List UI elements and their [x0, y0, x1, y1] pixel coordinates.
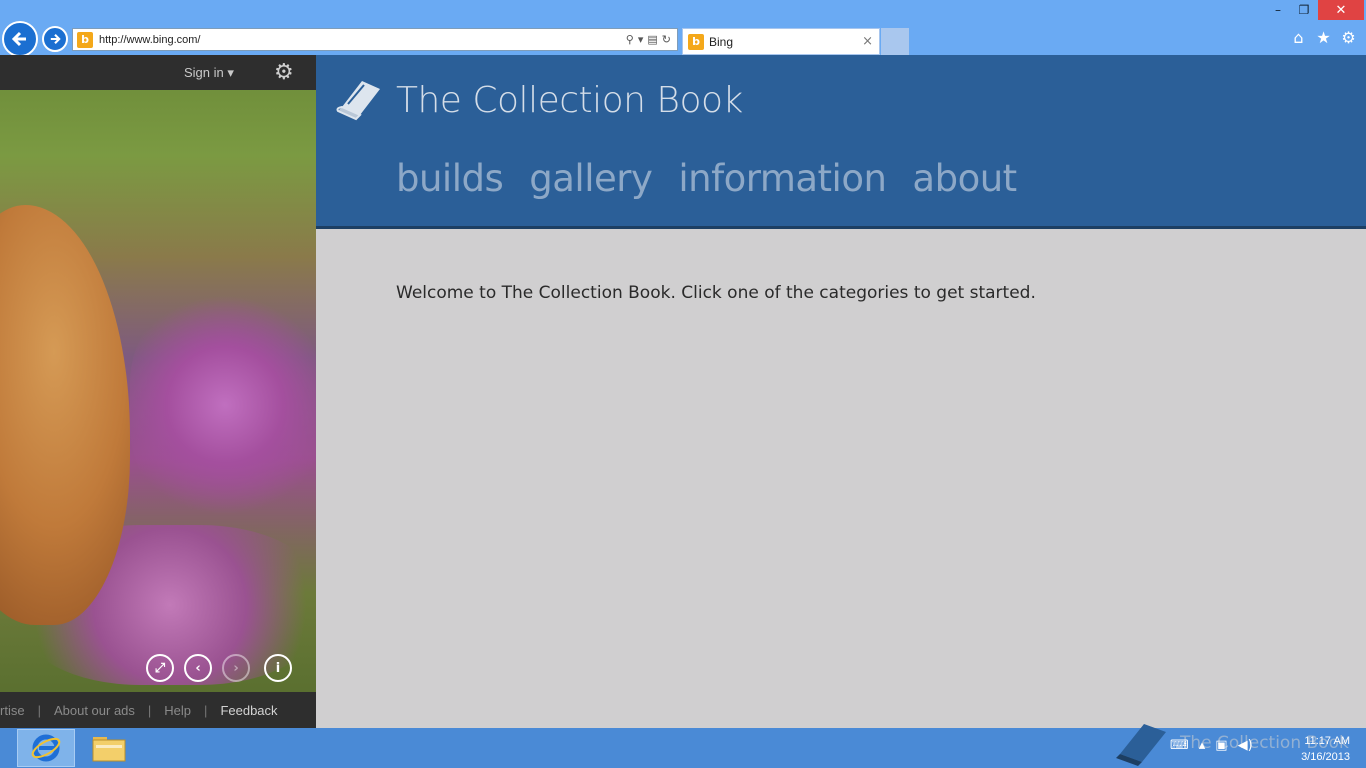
background-highland-cow — [0, 205, 130, 625]
sign-in-link[interactable]: Sign in ▾ — [184, 65, 234, 81]
welcome-message: Welcome to The Collection Book. Click on… — [396, 283, 1036, 303]
bing-favicon-icon: b — [688, 33, 704, 50]
compat-view-icon[interactable]: ▤ — [647, 33, 657, 46]
nav-information[interactable]: information — [678, 157, 887, 200]
tab-bing[interactable]: b Bing × — [682, 28, 880, 55]
bing-favicon-icon: b — [77, 31, 93, 48]
new-tab-button[interactable] — [881, 28, 909, 55]
nav-about[interactable]: about — [912, 157, 1017, 200]
restore-button[interactable]: ❐ — [1292, 0, 1316, 20]
expand-icon[interactable]: ⤢ — [146, 654, 174, 682]
taskbar-file-explorer[interactable] — [82, 729, 136, 767]
address-text[interactable]: http://www.bing.com/ — [99, 34, 626, 46]
image-controls: ⤢ ‹ › i — [146, 654, 292, 682]
refresh-icon[interactable]: ↻ — [662, 33, 671, 46]
clock-time: 11:17 AM — [1304, 735, 1350, 747]
app-content — [316, 229, 1366, 728]
back-button[interactable] — [2, 21, 38, 57]
bing-background-panel: Sign in ▾ ⚙ ⤢ ‹ › i rtise | About our ad… — [0, 55, 316, 728]
footer-separator: | — [147, 702, 152, 718]
settings-gear-icon[interactable]: ⚙ — [274, 60, 294, 85]
info-icon[interactable]: i — [264, 654, 292, 682]
clock-date: 3/16/2013 — [1301, 751, 1350, 763]
close-button[interactable]: ✕ — [1318, 0, 1364, 20]
home-icon[interactable]: ⌂ — [1290, 28, 1307, 47]
footer-separator: | — [37, 702, 41, 718]
volume-icon[interactable]: ◀) — [1238, 738, 1253, 753]
forward-button[interactable] — [42, 26, 68, 52]
system-clock[interactable]: 11:17 AM 3/16/2013 — [1284, 733, 1350, 765]
background-heather — [130, 295, 316, 515]
tools-gear-icon[interactable]: ⚙ — [1340, 28, 1357, 47]
footer-separator: | — [204, 702, 208, 718]
arrow-left-icon — [11, 31, 26, 47]
nav-gallery[interactable]: gallery — [529, 157, 653, 200]
nav-builds[interactable]: builds — [396, 157, 504, 200]
folder-icon — [92, 737, 126, 762]
tab-close-icon[interactable]: × — [862, 34, 873, 49]
footer-link-advertise[interactable]: rtise — [0, 703, 25, 718]
keyboard-icon[interactable]: ⌨ — [1170, 738, 1189, 753]
footer-link-about-ads[interactable]: About our ads — [54, 703, 135, 718]
address-bar[interactable]: b http://www.bing.com/ ⚲ ▾ ▤ ↻ — [72, 28, 678, 51]
previous-image-icon[interactable]: ‹ — [184, 654, 212, 682]
footer-link-help[interactable]: Help — [164, 703, 191, 718]
system-tray: ⌨ ▴ ▣ ◀) — [1170, 738, 1253, 753]
dropdown-icon[interactable]: ▾ — [638, 33, 644, 46]
minimize-button[interactable]: – — [1266, 0, 1290, 20]
browser-toolbar: ⌂ ★ ⚙ — [1290, 28, 1357, 47]
footer-link-feedback[interactable]: Feedback — [220, 703, 277, 718]
book-logo-icon — [336, 81, 380, 121]
favorites-star-icon[interactable]: ★ — [1315, 28, 1332, 47]
app-title: The Collection Book — [396, 80, 743, 121]
next-image-icon[interactable]: › — [222, 654, 250, 682]
show-hidden-icons-icon[interactable]: ▴ — [1199, 738, 1206, 753]
bing-footer: rtise | About our ads | Help | Feedback — [0, 692, 316, 728]
tab-label: Bing — [709, 34, 734, 49]
arrow-right-icon — [50, 34, 61, 44]
taskbar-internet-explorer[interactable] — [17, 729, 75, 767]
tray-book-icon[interactable] — [1114, 720, 1170, 766]
network-icon[interactable]: ▣ — [1215, 738, 1227, 753]
address-tools: ⚲ ▾ ▤ ↻ — [626, 33, 671, 46]
search-icon[interactable]: ⚲ — [626, 33, 634, 46]
bing-top-bar: Sign in ▾ ⚙ — [0, 55, 316, 90]
app-navigation: builds gallery information about — [396, 157, 1017, 200]
internet-explorer-icon — [31, 734, 61, 762]
